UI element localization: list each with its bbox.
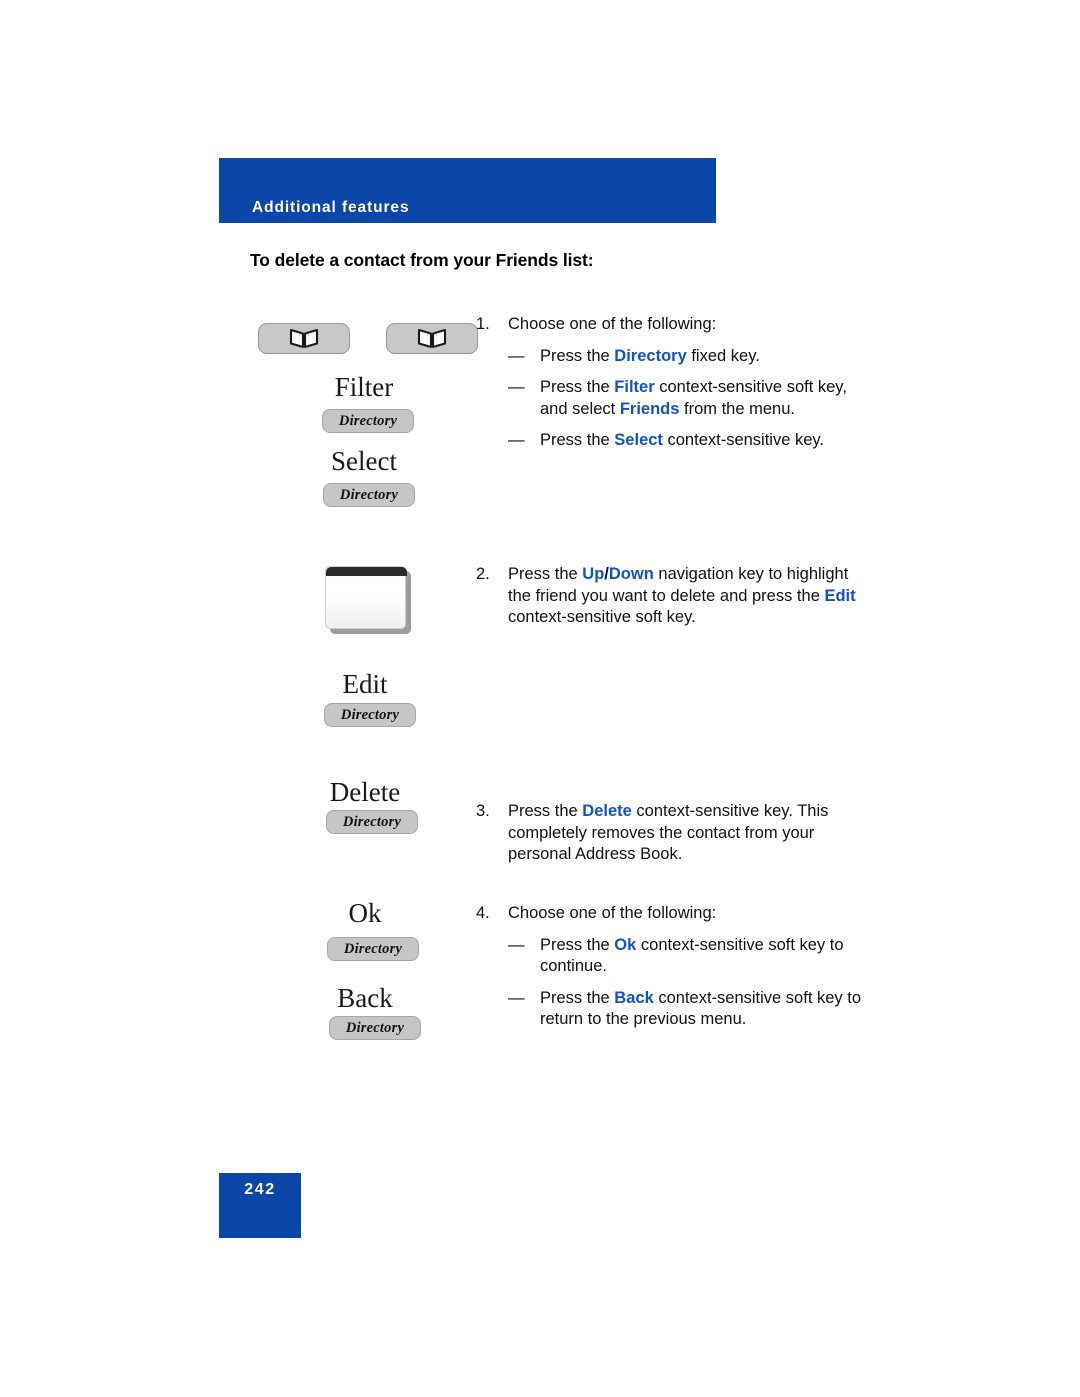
step-bullet-list: — Press the Ok context-sensitive soft key… — [508, 935, 866, 1031]
document-page: Additional features To delete a contact … — [0, 0, 1080, 1397]
bullet-text: Press the Select context-sensitive key. — [540, 431, 825, 449]
bullet-text: Press the Directory fixed key. — [540, 346, 760, 365]
softkey-title-filter: Filter — [334, 372, 394, 402]
bullet-text: Press the Ok context-sensitive soft key … — [540, 935, 844, 976]
page-number: 242 — [244, 1181, 276, 1198]
open-book-icon — [417, 328, 447, 349]
step-number: 1. — [476, 315, 490, 333]
softkey-button-select[interactable]: Directory — [323, 483, 415, 507]
softkey-title-delete: Delete — [329, 777, 401, 807]
softkey-button-delete[interactable]: Directory — [326, 810, 418, 834]
emphasized-key-name: Friends — [619, 399, 680, 418]
emphasized-key-name: Select — [614, 431, 663, 449]
step-bullet-list: — Press the Directory fixed key. — Press th… — [508, 346, 866, 452]
emphasized-key-name: Back — [614, 988, 654, 1007]
step-number: 4. — [476, 904, 490, 922]
softkey-button-label: Directory — [342, 813, 402, 830]
softkey-button-back[interactable]: Directory — [329, 1016, 421, 1040]
emphasized-key-name: Ok — [614, 935, 637, 954]
emphasized-key-name: Directory — [614, 346, 687, 365]
open-book-icon — [289, 328, 319, 349]
step-4: 4. Choose one of the following: — Press the… — [476, 903, 866, 1031]
directory-fixed-key-1[interactable] — [258, 323, 350, 354]
softkey-button-label: Directory — [343, 940, 403, 957]
bullet-item: — Press the Directory fixed key. — [508, 346, 866, 368]
step-text: Choose one of the following: — [508, 904, 717, 922]
emphasized-key-name: Delete — [582, 802, 632, 820]
step-row: 4. Choose one of the following: — [476, 903, 866, 925]
up-down-navigation-key[interactable] — [325, 566, 411, 634]
emphasized-key-name: Down — [608, 565, 654, 583]
bullet-text: Press the Back context-sensitive soft ke… — [540, 988, 862, 1029]
bullet-dash: — — [508, 935, 525, 954]
page-title: To delete a contact from your Friends li… — [250, 250, 594, 270]
step-text: Choose one of the following: — [508, 315, 717, 333]
navigation-key-top-edge — [326, 567, 407, 576]
step-row: 1. Choose one of the following: — [476, 314, 866, 336]
bullet-dash: — — [508, 431, 525, 449]
step-row: 3. Press the Delete context-sensitive key… — [476, 801, 866, 866]
emphasized-key-name: Filter — [614, 378, 655, 396]
bullet-item: — Press the Back context-sensitive soft k… — [508, 988, 866, 1031]
step-text: Press the Up/Down navigation key to high… — [508, 565, 856, 626]
emphasized-key-name: Edit — [824, 586, 856, 605]
step-number: 2. — [476, 565, 490, 583]
section-header-label: Additional features — [252, 199, 410, 216]
step-2: 2. Press the Up/Down navigation key to hi… — [476, 564, 866, 629]
step-text: Press the Delete context-sensitive key. … — [508, 802, 829, 863]
bullet-item: — Press the Filter context-sensitive soft… — [508, 377, 866, 420]
directory-fixed-key-2[interactable] — [386, 323, 478, 354]
bullet-item: — Press the Ok context-sensitive soft key… — [508, 935, 866, 978]
softkey-title-back: Back — [337, 983, 393, 1013]
softkey-button-label: Directory — [338, 412, 398, 429]
bullet-dash: — — [508, 378, 525, 396]
step-1: 1. Choose one of the following: — Press the… — [476, 314, 866, 452]
step-3: 3. Press the Delete context-sensitive key… — [476, 801, 866, 866]
bullet-item: — Press the Select context-sensitive key. — [508, 430, 866, 452]
softkey-button-ok[interactable]: Directory — [327, 937, 419, 961]
softkey-button-edit[interactable]: Directory — [324, 703, 416, 727]
softkey-title-edit: Edit — [342, 669, 388, 699]
softkey-title-ok: Ok — [348, 898, 382, 928]
step-row: 2. Press the Up/Down navigation key to hi… — [476, 564, 866, 629]
step-number: 3. — [476, 802, 490, 820]
softkey-button-label: Directory — [339, 486, 399, 503]
bullet-dash: — — [508, 346, 525, 365]
bullet-dash: — — [508, 988, 525, 1007]
emphasized-key-name: Up — [582, 565, 605, 583]
softkey-button-label: Directory — [340, 706, 400, 723]
softkey-title-select: Select — [331, 446, 397, 476]
navigation-key-body — [325, 566, 407, 629]
softkey-button-label: Directory — [345, 1019, 405, 1036]
bullet-text: Press the Filter context-sensitive soft … — [540, 378, 847, 418]
softkey-button-filter[interactable]: Directory — [322, 409, 414, 433]
